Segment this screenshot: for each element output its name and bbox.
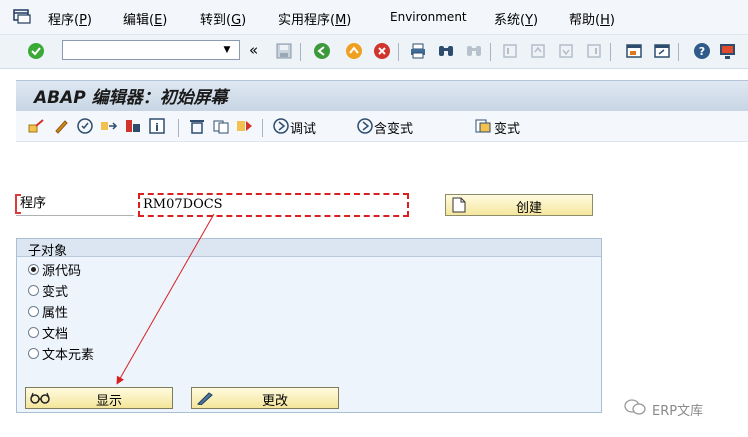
annotation-arrow (116, 213, 215, 385)
watermark-text: ERP文库 (652, 403, 704, 419)
wechat-icon (624, 398, 646, 420)
watermark: ERP文库 (624, 398, 703, 420)
